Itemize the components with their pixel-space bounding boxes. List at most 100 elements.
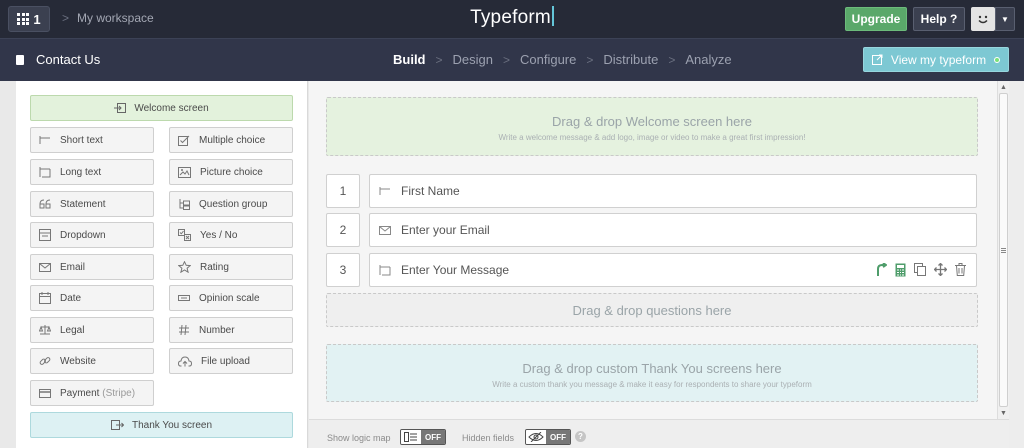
welcome-screen-button[interactable]: Welcome screen [30, 95, 293, 121]
statement-label: Statement [60, 198, 106, 210]
number-label: Number [199, 324, 235, 336]
logic-map-label: Show logic map [327, 433, 391, 443]
step-separator: > [668, 52, 676, 67]
move-icon[interactable] [934, 263, 947, 276]
trash-icon[interactable] [955, 263, 966, 276]
dropdown-button[interactable]: Dropdown [30, 222, 154, 248]
website-button[interactable]: Website [30, 348, 154, 374]
question-dropzone[interactable]: Drag & drop questions here [326, 293, 978, 327]
thanks-dropzone-subtitle: Write a custom thank you message & make … [492, 380, 812, 389]
welcome-screen-dropzone[interactable]: Drag & drop Welcome screen here Write a … [326, 97, 978, 156]
build-canvas: Drag & drop Welcome screen here Write a … [309, 81, 997, 419]
long-text-icon [379, 265, 391, 276]
typeform-builder: 1 > My workspace Typeform Upgrade Help ?… [0, 0, 1024, 448]
credit-card-icon [39, 388, 51, 398]
multiple-choice-button[interactable]: Multiple choice [169, 127, 293, 153]
duplicate-icon[interactable] [914, 263, 926, 276]
upgrade-button[interactable]: Upgrade [845, 7, 907, 31]
payment-button[interactable]: Payment (Stripe) [30, 380, 154, 406]
document-icon [16, 54, 24, 65]
hidden-fields-state: OFF [546, 430, 570, 444]
payment-provider: (Stripe) [102, 387, 136, 399]
builder-footer: Show logic map OFF Hidden fields OFF ? [309, 419, 1009, 448]
multiple-choice-label: Multiple choice [199, 134, 266, 146]
legal-button[interactable]: Legal [30, 317, 154, 343]
opinion-scale-label: Opinion scale [199, 292, 260, 304]
vertical-scrollbar[interactable]: ▲ ▼ [997, 81, 1009, 419]
welcome-dropzone-subtitle: Write a welcome message & add logo, imag… [498, 133, 806, 142]
question-number: 1 [326, 174, 360, 208]
picture-choice-icon [178, 166, 191, 178]
star-icon [178, 261, 191, 273]
short-text-icon [379, 187, 390, 195]
question-number: 2 [326, 213, 360, 247]
payment-label: Payment (Stripe) [60, 388, 135, 399]
short-text-icon [39, 136, 50, 144]
file-upload-button[interactable]: File upload [169, 348, 293, 374]
date-label: Date [60, 292, 82, 304]
form-title-text: Contact Us [36, 52, 101, 67]
step-analyze[interactable]: Analyze [685, 52, 731, 67]
website-label: Website [60, 355, 96, 367]
step-build[interactable]: Build [393, 52, 426, 67]
welcome-dropzone-title: Drag & drop Welcome screen here [552, 114, 752, 129]
rating-button[interactable]: Rating [169, 254, 293, 280]
step-separator: > [435, 52, 443, 67]
form-title: Contact Us [16, 52, 100, 67]
long-text-icon [39, 167, 51, 178]
opinion-scale-button[interactable]: Opinion scale [169, 285, 293, 311]
scroll-down-arrow-icon[interactable]: ▼ [998, 407, 1009, 419]
view-my-typeform-button[interactable]: View my typeform [863, 47, 1009, 72]
yes-no-button[interactable]: Yes / No [169, 222, 293, 248]
question-group-button[interactable]: Question group [169, 191, 293, 217]
hidden-fields-toggle[interactable]: OFF [525, 429, 571, 445]
quote-icon [39, 199, 51, 209]
short-text-label: Short text [60, 134, 103, 146]
scroll-up-arrow-icon[interactable]: ▲ [998, 81, 1009, 93]
smiley-face-icon [978, 15, 988, 24]
statement-button[interactable]: Statement [30, 191, 154, 217]
calculator-icon[interactable] [895, 263, 906, 277]
grip-icon [1001, 247, 1006, 253]
logic-jump-icon[interactable] [875, 263, 887, 277]
question-title: First Name [401, 184, 460, 198]
help-button[interactable]: Help ? [913, 7, 965, 31]
account-dropdown-button[interactable]: ▼ [995, 7, 1015, 31]
picture-choice-button[interactable]: Picture choice [169, 159, 293, 185]
picture-choice-label: Picture choice [200, 166, 263, 178]
question-row-first-name[interactable]: First Name [369, 174, 977, 208]
help-icon[interactable]: ? [575, 431, 586, 442]
yes-no-icon [178, 229, 191, 241]
step-design[interactable]: Design [453, 52, 493, 67]
multiple-choice-icon [178, 135, 190, 146]
external-link-icon [871, 54, 883, 65]
email-icon [379, 225, 391, 235]
logo-text: Typeform [470, 7, 551, 28]
long-text-button[interactable]: Long text [30, 159, 154, 185]
dropdown-icon [39, 229, 51, 241]
builder-nav-bar: Contact Us Build > Design > Configure > … [0, 38, 1024, 81]
email-label: Email [60, 261, 86, 273]
yes-no-label: Yes / No [200, 229, 238, 241]
question-row-message[interactable]: Enter Your Message [369, 253, 977, 287]
thank-you-screen-icon [110, 420, 124, 430]
avatar[interactable] [971, 7, 995, 31]
logo-cursor-icon [551, 6, 554, 26]
eye-slash-icon [526, 430, 546, 444]
step-distribute[interactable]: Distribute [603, 52, 658, 67]
step-configure[interactable]: Configure [520, 52, 576, 67]
scrollbar-thumb[interactable] [999, 93, 1008, 407]
short-text-button[interactable]: Short text [30, 127, 154, 153]
thank-you-screen-button[interactable]: Thank You screen [30, 412, 293, 438]
email-button[interactable]: Email [30, 254, 154, 280]
step-separator: > [586, 52, 594, 67]
number-button[interactable]: Number [169, 317, 293, 343]
date-button[interactable]: Date [30, 285, 154, 311]
logic-map-state: OFF [421, 430, 445, 444]
thank-you-screen-dropzone[interactable]: Drag & drop custom Thank You screens her… [326, 344, 978, 402]
thank-you-screen-label: Thank You screen [131, 419, 213, 431]
legal-label: Legal [60, 324, 85, 336]
question-row-email[interactable]: Enter your Email [369, 213, 977, 247]
logic-map-toggle[interactable]: OFF [400, 429, 446, 445]
dropdown-label: Dropdown [60, 229, 106, 241]
